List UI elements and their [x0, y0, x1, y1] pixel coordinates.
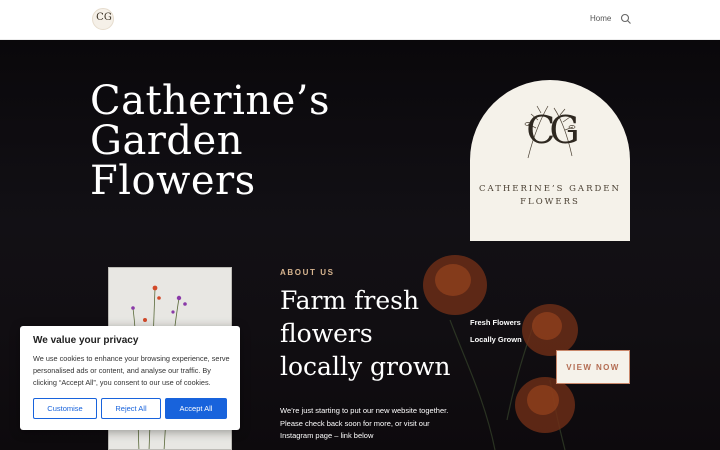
- badge-name: CATHERINE’S GARDEN FLOWERS: [470, 183, 630, 209]
- badge-name-line-1: CATHERINE’S GARDEN: [479, 184, 621, 194]
- logo-monogram: CG: [96, 12, 112, 23]
- badge-monogram: CG: [526, 108, 579, 152]
- page-title: Catherine’s Garden Flowers: [90, 81, 450, 201]
- about-heading-line-3: locally grown: [280, 352, 451, 381]
- nav-home-link[interactable]: Home: [590, 14, 611, 23]
- about-heading: Farm fresh flowers locally grown: [280, 284, 460, 383]
- customise-button[interactable]: Customise: [33, 398, 97, 419]
- about-heading-line-1: Farm fresh: [280, 286, 420, 315]
- reject-all-button[interactable]: Reject All: [101, 398, 161, 419]
- cookie-title: We value your privacy: [33, 335, 139, 346]
- cookie-text: We use cookies to enhance your browsing …: [33, 354, 230, 387]
- search-icon[interactable]: [620, 13, 632, 25]
- title-line-2: Flowers: [90, 158, 256, 204]
- accept-all-button[interactable]: Accept All: [165, 398, 227, 419]
- cookie-consent-banner: We value your privacy We use cookies to …: [20, 326, 240, 430]
- about-heading-line-2: flowers: [280, 319, 373, 348]
- view-now-button[interactable]: VIEW NOW: [556, 350, 630, 384]
- title-line-1: Catherine’s Garden: [90, 78, 331, 164]
- logo-badge: CG CATHERINE’S GARDEN FLOWERS: [470, 80, 630, 241]
- site-header: CG Home: [0, 0, 720, 40]
- about-text: We’re just starting to put our new websi…: [280, 406, 449, 440]
- badge-name-line-2: FLOWERS: [520, 197, 580, 207]
- feature-locally-grown: Locally Grown: [470, 335, 522, 344]
- site-logo[interactable]: CG: [92, 8, 114, 30]
- about-label: ABOUT US: [280, 268, 335, 277]
- feature-fresh-flowers: Fresh Flowers: [470, 318, 521, 327]
